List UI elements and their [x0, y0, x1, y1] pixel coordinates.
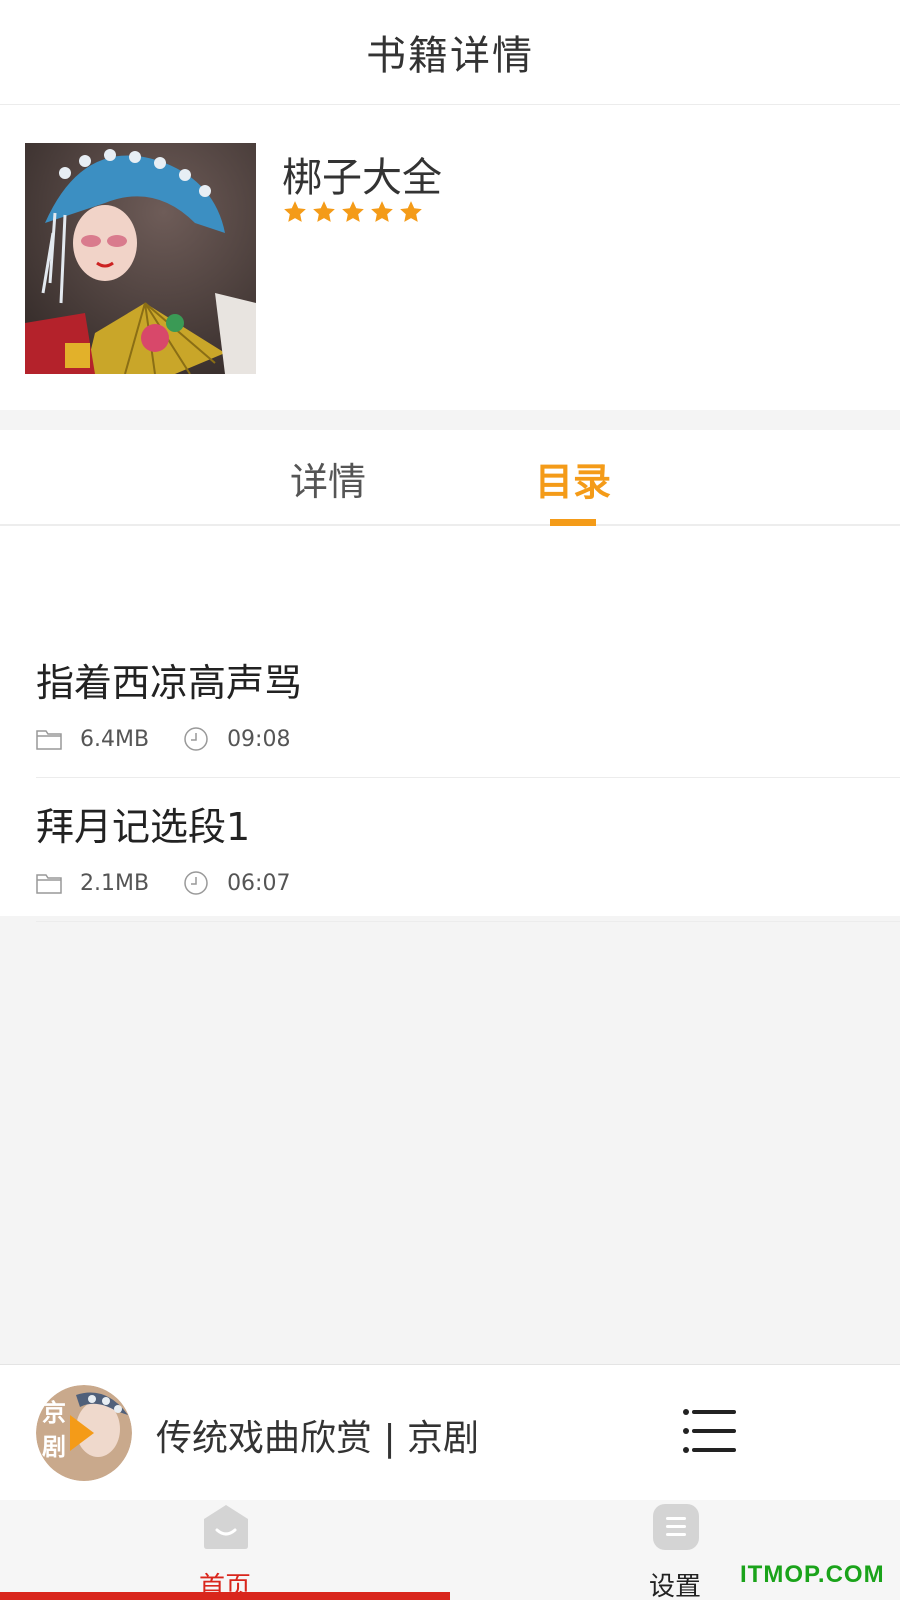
player-album-art[interactable]: 京 剧	[36, 1385, 132, 1481]
star-icon	[284, 201, 306, 222]
star-icon	[371, 201, 393, 222]
tab-active-indicator	[550, 519, 596, 526]
list-item[interactable]: 指着西凉高声骂 6.4MB 09:08	[36, 634, 900, 778]
rating-stars	[282, 199, 424, 225]
top-header: 书籍详情	[0, 0, 900, 105]
list-item[interactable]: 拜月记选段1 2.1MB 06:07	[36, 778, 900, 922]
home-icon	[204, 1505, 248, 1549]
track-duration: 06:07	[227, 870, 291, 896]
track-meta: 6.4MB 09:08	[36, 724, 290, 754]
playlist-button[interactable]	[682, 1407, 738, 1455]
star-icon	[400, 201, 422, 222]
mini-player[interactable]: 京 剧 传统戏曲欣赏 | 京剧	[0, 1364, 900, 1500]
tab-details[interactable]: 详情	[258, 430, 398, 526]
file-size: 2.1MB	[80, 870, 150, 896]
star-icon	[342, 201, 364, 222]
player-track-title: 传统戏曲欣赏 | 京剧	[156, 1418, 480, 1459]
tabbar-item-settings[interactable]: 设置	[615, 1500, 735, 1600]
tabbar-label-settings: 设置	[648, 1572, 701, 1600]
book-cover-image	[25, 143, 256, 374]
file-size: 6.4MB	[80, 726, 150, 752]
track-title: 指着西凉高声骂	[36, 661, 303, 705]
clock-icon	[184, 871, 208, 895]
folder-icon	[36, 730, 62, 750]
avatar-text-bottom: 剧	[42, 1433, 66, 1461]
detail-tabs: 详情 目录	[0, 430, 900, 526]
book-info-card: 梆子大全	[0, 105, 900, 410]
clock-icon	[184, 727, 208, 751]
avatar-text-top: 京	[42, 1399, 66, 1427]
folder-icon	[36, 874, 62, 894]
star-icon	[313, 201, 335, 222]
book-title: 梆子大全	[282, 155, 442, 201]
tabbar-item-home[interactable]: 首页	[165, 1500, 285, 1600]
watermark-text: ITMOP.COM	[740, 1561, 885, 1588]
menu-list-icon	[683, 1409, 736, 1453]
track-title: 拜月记选段1	[36, 805, 251, 849]
track-list: 指着西凉高声骂 6.4MB 09:08 拜月记选段1 2.1MB 06:07	[0, 526, 900, 922]
active-tab-underline	[0, 1592, 450, 1600]
settings-icon	[653, 1504, 699, 1550]
track-duration: 09:08	[227, 726, 291, 752]
track-meta: 2.1MB 06:07	[36, 868, 290, 898]
tab-catalog[interactable]: 目录	[503, 430, 643, 526]
page-title: 书籍详情	[366, 33, 534, 79]
